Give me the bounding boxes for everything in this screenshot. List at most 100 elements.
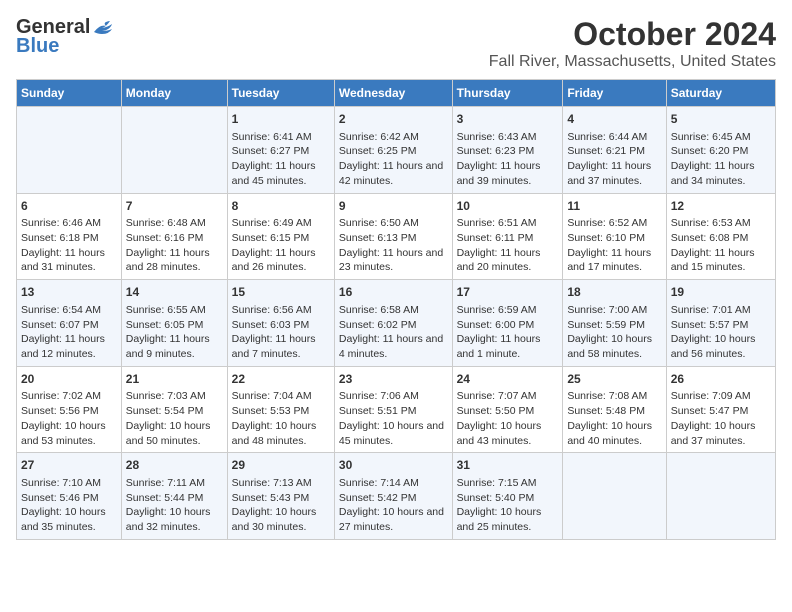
header-tuesday: Tuesday — [227, 80, 334, 107]
day-number: 28 — [126, 457, 223, 474]
calendar-cell: 14 Sunrise: 6:55 AMSunset: 6:05 PMDayligh… — [121, 280, 227, 367]
day-info: Sunrise: 7:07 AMSunset: 5:50 PMDaylight:… — [457, 389, 559, 448]
day-number: 10 — [457, 198, 559, 215]
calendar-cell: 13 Sunrise: 6:54 AMSunset: 6:07 PMDayligh… — [17, 280, 122, 367]
day-info: Sunrise: 7:04 AMSunset: 5:53 PMDaylight:… — [232, 389, 330, 448]
day-info: Sunrise: 6:55 AMSunset: 6:05 PMDaylight:… — [126, 303, 223, 362]
calendar-row: 13 Sunrise: 6:54 AMSunset: 6:07 PMDayligh… — [17, 280, 776, 367]
day-info: Sunrise: 7:00 AMSunset: 5:59 PMDaylight:… — [567, 303, 661, 362]
title-block: October 2024 Fall River, Massachusetts, … — [489, 16, 776, 71]
calendar-cell: 18 Sunrise: 7:00 AMSunset: 5:59 PMDayligh… — [563, 280, 666, 367]
calendar-cell — [17, 107, 122, 194]
calendar-cell: 5Sunrise: 6:45 AMSunset: 6:20 PMDaylight… — [666, 107, 775, 194]
day-number: 29 — [232, 457, 330, 474]
day-info: Sunrise: 6:44 AMSunset: 6:21 PMDaylight:… — [567, 130, 661, 189]
calendar-cell: 19Sunrise: 7:01 AMSunset: 5:57 PMDayligh… — [666, 280, 775, 367]
calendar-cell: 30 Sunrise: 7:14 AMSunset: 5:42 PMDayligh… — [334, 453, 452, 540]
day-number: 30 — [339, 457, 448, 474]
calendar-cell: 9Sunrise: 6:50 AMSunset: 6:13 PMDaylight… — [334, 193, 452, 280]
day-info: Sunrise: 7:10 AMSunset: 5:46 PMDaylight:… — [21, 476, 117, 535]
calendar-row: 27 Sunrise: 7:10 AMSunset: 5:46 PMDayligh… — [17, 453, 776, 540]
calendar-table: Sunday Monday Tuesday Wednesday Thursday… — [16, 79, 776, 540]
day-info: Sunrise: 7:15 AMSunset: 5:40 PMDaylight:… — [457, 476, 559, 535]
day-info: Sunrise: 6:43 AMSunset: 6:23 PMDaylight:… — [457, 130, 559, 189]
header-thursday: Thursday — [452, 80, 563, 107]
calendar-cell: 23Sunrise: 7:06 AMSunset: 5:51 PMDayligh… — [334, 366, 452, 453]
calendar-cell: 6Sunrise: 6:46 AMSunset: 6:18 PMDaylight… — [17, 193, 122, 280]
day-info: Sunrise: 6:42 AMSunset: 6:25 PMDaylight:… — [339, 130, 448, 189]
day-info: Sunrise: 7:09 AMSunset: 5:47 PMDaylight:… — [671, 389, 771, 448]
calendar-cell: 20Sunrise: 7:02 AMSunset: 5:56 PMDayligh… — [17, 366, 122, 453]
day-number: 20 — [21, 371, 117, 388]
calendar-cell: 11Sunrise: 6:52 AMSunset: 6:10 PMDayligh… — [563, 193, 666, 280]
day-number: 21 — [126, 371, 223, 388]
day-info: Sunrise: 6:46 AMSunset: 6:18 PMDaylight:… — [21, 216, 117, 275]
calendar-cell: 3 Sunrise: 6:43 AMSunset: 6:23 PMDaylight… — [452, 107, 563, 194]
calendar-cell: 28 Sunrise: 7:11 AMSunset: 5:44 PMDayligh… — [121, 453, 227, 540]
day-info: Sunrise: 7:06 AMSunset: 5:51 PMDaylight:… — [339, 389, 448, 448]
day-number: 4 — [567, 111, 661, 128]
day-number: 17 — [457, 284, 559, 301]
day-number: 9 — [339, 198, 448, 215]
day-info: Sunrise: 6:50 AMSunset: 6:13 PMDaylight:… — [339, 216, 448, 275]
day-info: Sunrise: 6:41 AMSunset: 6:27 PMDaylight:… — [232, 130, 330, 189]
calendar-cell: 7Sunrise: 6:48 AMSunset: 6:16 PMDaylight… — [121, 193, 227, 280]
day-number: 16 — [339, 284, 448, 301]
calendar-cell: 12Sunrise: 6:53 AMSunset: 6:08 PMDayligh… — [666, 193, 775, 280]
day-number: 12 — [671, 198, 771, 215]
calendar-cell: 25Sunrise: 7:08 AMSunset: 5:48 PMDayligh… — [563, 366, 666, 453]
page-header: General Blue October 2024 Fall River, Ma… — [16, 16, 776, 71]
header-friday: Friday — [563, 80, 666, 107]
calendar-cell: 16 Sunrise: 6:58 AMSunset: 6:02 PMDayligh… — [334, 280, 452, 367]
day-number: 27 — [21, 457, 117, 474]
day-number: 7 — [126, 198, 223, 215]
day-info: Sunrise: 7:03 AMSunset: 5:54 PMDaylight:… — [126, 389, 223, 448]
page-title: October 2024 — [489, 16, 776, 53]
day-info: Sunrise: 6:53 AMSunset: 6:08 PMDaylight:… — [671, 216, 771, 275]
header-sunday: Sunday — [17, 80, 122, 107]
day-info: Sunrise: 6:54 AMSunset: 6:07 PMDaylight:… — [21, 303, 117, 362]
day-number: 8 — [232, 198, 330, 215]
day-number: 18 — [567, 284, 661, 301]
calendar-cell: 21Sunrise: 7:03 AMSunset: 5:54 PMDayligh… — [121, 366, 227, 453]
calendar-cell: 26Sunrise: 7:09 AMSunset: 5:47 PMDayligh… — [666, 366, 775, 453]
day-info: Sunrise: 7:08 AMSunset: 5:48 PMDaylight:… — [567, 389, 661, 448]
day-info: Sunrise: 6:45 AMSunset: 6:20 PMDaylight:… — [671, 130, 771, 189]
day-number: 26 — [671, 371, 771, 388]
day-info: Sunrise: 6:58 AMSunset: 6:02 PMDaylight:… — [339, 303, 448, 362]
day-number: 15 — [232, 284, 330, 301]
calendar-cell — [563, 453, 666, 540]
calendar-cell: 8Sunrise: 6:49 AMSunset: 6:15 PMDaylight… — [227, 193, 334, 280]
logo: General Blue — [16, 16, 114, 58]
day-info: Sunrise: 6:48 AMSunset: 6:16 PMDaylight:… — [126, 216, 223, 275]
calendar-row: 6Sunrise: 6:46 AMSunset: 6:18 PMDaylight… — [17, 193, 776, 280]
calendar-cell: 15 Sunrise: 6:56 AMSunset: 6:03 PMDayligh… — [227, 280, 334, 367]
calendar-cell: 29 Sunrise: 7:13 AMSunset: 5:43 PMDayligh… — [227, 453, 334, 540]
day-info: Sunrise: 7:13 AMSunset: 5:43 PMDaylight:… — [232, 476, 330, 535]
calendar-cell: 31Sunrise: 7:15 AMSunset: 5:40 PMDayligh… — [452, 453, 563, 540]
calendar-cell: 2Sunrise: 6:42 AMSunset: 6:25 PMDaylight… — [334, 107, 452, 194]
page-subtitle: Fall River, Massachusetts, United States — [489, 53, 776, 71]
calendar-row: 20Sunrise: 7:02 AMSunset: 5:56 PMDayligh… — [17, 366, 776, 453]
day-info: Sunrise: 6:52 AMSunset: 6:10 PMDaylight:… — [567, 216, 661, 275]
calendar-cell — [121, 107, 227, 194]
day-info: Sunrise: 6:56 AMSunset: 6:03 PMDaylight:… — [232, 303, 330, 362]
day-number: 24 — [457, 371, 559, 388]
logo-bird-icon — [92, 20, 114, 36]
day-number: 13 — [21, 284, 117, 301]
header-wednesday: Wednesday — [334, 80, 452, 107]
day-info: Sunrise: 7:01 AMSunset: 5:57 PMDaylight:… — [671, 303, 771, 362]
day-number: 14 — [126, 284, 223, 301]
day-number: 23 — [339, 371, 448, 388]
header-monday: Monday — [121, 80, 227, 107]
calendar-cell: 10Sunrise: 6:51 AMSunset: 6:11 PMDayligh… — [452, 193, 563, 280]
day-info: Sunrise: 6:51 AMSunset: 6:11 PMDaylight:… — [457, 216, 559, 275]
day-number: 25 — [567, 371, 661, 388]
day-number: 11 — [567, 198, 661, 215]
day-number: 3 — [457, 111, 559, 128]
calendar-header-row: Sunday Monday Tuesday Wednesday Thursday… — [17, 80, 776, 107]
day-info: Sunrise: 7:14 AMSunset: 5:42 PMDaylight:… — [339, 476, 448, 535]
calendar-cell: 22Sunrise: 7:04 AMSunset: 5:53 PMDayligh… — [227, 366, 334, 453]
day-info: Sunrise: 7:11 AMSunset: 5:44 PMDaylight:… — [126, 476, 223, 535]
calendar-cell: 4 Sunrise: 6:44 AMSunset: 6:21 PMDaylight… — [563, 107, 666, 194]
